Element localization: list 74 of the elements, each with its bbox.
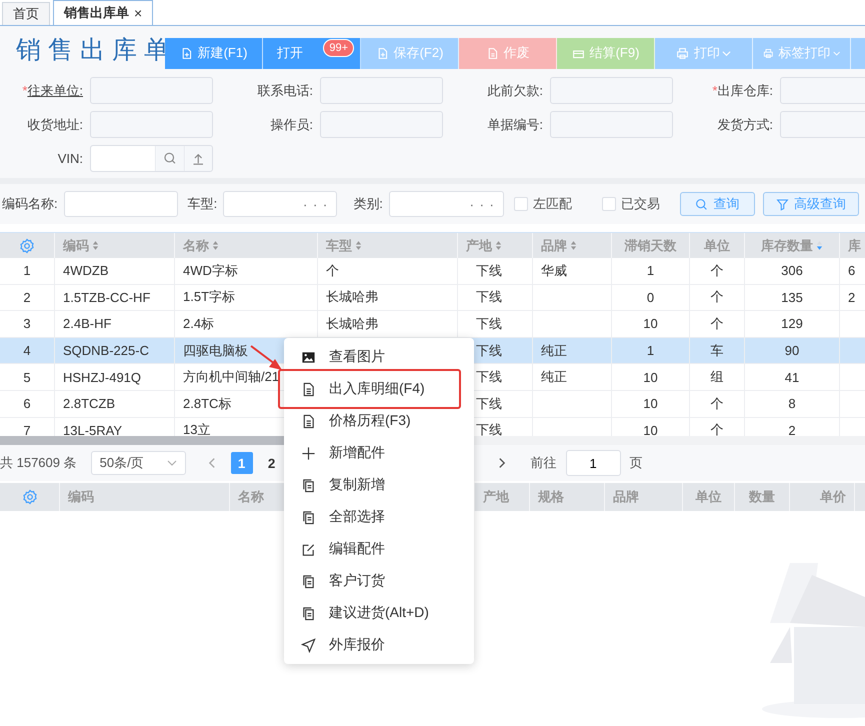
field-label: 单据编号: — [486, 116, 544, 134]
table-cell: 4WDZB — [63, 263, 108, 278]
table-cell: 个 — [710, 288, 724, 306]
table-cell: 下线 — [476, 262, 502, 280]
table-cell: 组 — [710, 368, 724, 386]
table-cell: 2.4B-HF — [63, 316, 112, 332]
field-label: 此前欠款: — [486, 82, 544, 100]
filter-label: 车型: — [188, 195, 218, 213]
table-cell: 华威 — [541, 262, 567, 280]
table-cell: 135 — [781, 290, 803, 305]
row-number: 4 — [23, 343, 31, 358]
table-cell: 1.5T字标 — [183, 288, 236, 306]
total-count: 共 157609 条 — [0, 454, 77, 472]
table-cell: 个 — [326, 262, 339, 280]
table-cell: 1 — [646, 343, 654, 358]
table-cell: 下线 — [476, 394, 502, 413]
field-label: *往来单位: — [21, 82, 84, 100]
table-cell: 2 — [848, 290, 856, 305]
table-cell: 纯正 — [541, 368, 567, 386]
table-cell: 10 — [643, 422, 658, 436]
table-cell: 41 — [784, 370, 800, 385]
table-cell: 长城哈弗 — [326, 288, 378, 306]
table-cell: 13L-5RAY — [63, 422, 122, 436]
table-cell: HSHZJ-491Q — [63, 370, 142, 385]
table-cell: 下线 — [476, 342, 502, 360]
table-cell: 个 — [710, 394, 724, 413]
table-cell: 10 — [643, 396, 658, 412]
table-cell: 个 — [710, 421, 724, 436]
filter-label: 编码名称: — [2, 195, 58, 213]
field-label: 联系电话: — [256, 82, 314, 100]
row-number: 7 — [23, 422, 31, 436]
table-cell: 4WD字标 — [183, 262, 238, 280]
count-badge: 99+ — [323, 38, 354, 56]
table-cell: 方向机中间轴/21 — [183, 368, 280, 386]
table-cell: 2 — [788, 422, 796, 436]
page-title: 销售出库单 — [15, 34, 165, 66]
table-cell: 13立 — [183, 421, 210, 436]
table-cell: 1.5TZB-CC-HF — [63, 290, 150, 305]
goto-label: 前往 — [530, 454, 557, 472]
table-cell: 下线 — [476, 421, 502, 436]
table-cell: 2.8TC标 — [183, 394, 232, 413]
table-cell: 长城哈弗 — [326, 314, 378, 333]
field-label: VIN: — [56, 151, 84, 166]
table-cell: 1 — [646, 263, 654, 278]
row-number: 2 — [23, 290, 31, 305]
table-cell: 纯正 — [541, 342, 567, 360]
row-number: 6 — [23, 396, 31, 412]
table-cell: 2.8TCZB — [63, 396, 116, 412]
table-cell: 四驱电脑板 — [183, 342, 248, 360]
field-label: *出库仓库: — [711, 82, 774, 100]
table-cell: 306 — [781, 263, 803, 278]
page-unit: 页 — [630, 454, 643, 472]
table-cell: 8 — [788, 396, 796, 412]
table-cell: 6 — [848, 263, 856, 278]
table-cell: 0 — [646, 290, 654, 305]
table-cell: 10 — [643, 370, 658, 385]
row-number: 1 — [23, 263, 31, 278]
table-cell: 2.4标 — [183, 314, 214, 333]
row-number: 5 — [23, 370, 31, 385]
table-cell: 129 — [781, 316, 803, 332]
table-cell: 下线 — [476, 368, 502, 386]
field-label: 发货方式: — [716, 116, 774, 134]
table-cell: SQDNB-225-C — [63, 343, 149, 358]
field-label: 操作员: — [269, 116, 314, 134]
filter-label: 类别: — [353, 195, 383, 213]
table-cell: 下线 — [476, 288, 502, 306]
row-number: 3 — [23, 316, 31, 332]
table-cell: 下线 — [476, 314, 502, 333]
table-cell: 90 — [784, 343, 800, 358]
table-cell: 车 — [710, 342, 724, 360]
table-cell: 个 — [710, 262, 724, 280]
table-cell: 10 — [643, 316, 658, 332]
field-label: 收货地址: — [26, 116, 84, 134]
table-cell: 个 — [710, 314, 724, 333]
